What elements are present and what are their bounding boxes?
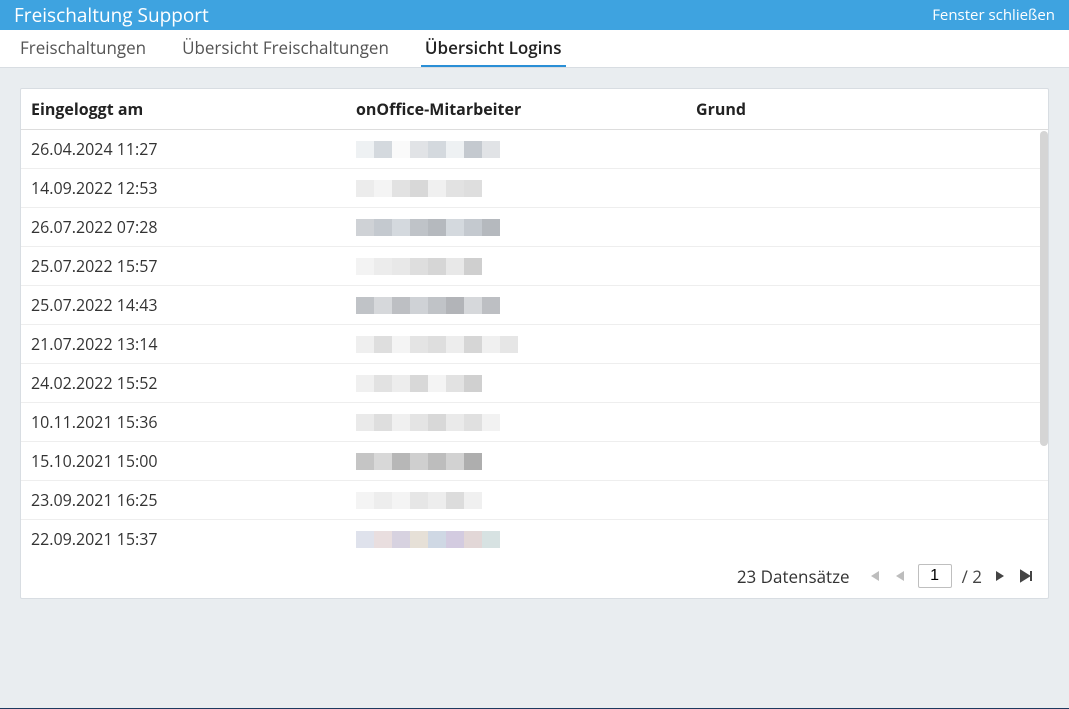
pager-last-icon[interactable] [1018, 566, 1034, 586]
tab-freischaltungen[interactable]: Freischaltungen [16, 30, 150, 67]
cell-reason [686, 403, 1048, 442]
cell-reason [686, 208, 1048, 247]
cell-employee-redacted [346, 442, 686, 481]
window-title: Freischaltung Support [14, 2, 209, 28]
cell-date: 26.07.2022 07:28 [21, 208, 346, 247]
record-count: 23 Datensätze [737, 565, 850, 588]
cell-reason [686, 364, 1048, 403]
tab-uebersicht-logins[interactable]: Übersicht Logins [421, 30, 566, 67]
cell-employee-redacted [346, 286, 686, 325]
cell-date: 25.07.2022 14:43 [21, 286, 346, 325]
cell-reason [686, 442, 1048, 481]
cell-employee-redacted [346, 520, 686, 559]
table-row[interactable]: 23.09.2021 16:25 [21, 481, 1048, 520]
col-header-employee[interactable]: onOffice-Mitarbeiter [346, 89, 686, 130]
cell-employee-redacted [346, 364, 686, 403]
cell-date: 24.02.2022 15:52 [21, 364, 346, 403]
cell-reason [686, 169, 1048, 208]
table-wrap: Eingeloggt am onOffice-Mitarbeiter Grund… [21, 89, 1048, 558]
pager-page-input[interactable] [918, 564, 952, 588]
table-row[interactable]: 25.07.2022 14:43 [21, 286, 1048, 325]
pager-total: / 2 [962, 565, 982, 588]
table-row[interactable]: 10.11.2021 15:36 [21, 403, 1048, 442]
table-row[interactable]: 15.10.2021 15:00 [21, 442, 1048, 481]
table-row[interactable]: 25.07.2022 15:57 [21, 247, 1048, 286]
logins-table: Eingeloggt am onOffice-Mitarbeiter Grund… [21, 89, 1048, 558]
col-header-date[interactable]: Eingeloggt am [21, 89, 346, 130]
cell-date: 15.10.2021 15:00 [21, 442, 346, 481]
pager-next-icon[interactable] [992, 566, 1008, 586]
cell-employee-redacted [346, 208, 686, 247]
cell-reason [686, 247, 1048, 286]
cell-employee-redacted [346, 481, 686, 520]
cell-employee-redacted [346, 130, 686, 169]
tab-bar: Freischaltungen Übersicht Freischaltunge… [0, 30, 1069, 68]
pager-first-icon[interactable] [866, 566, 882, 586]
cell-reason [686, 130, 1048, 169]
cell-reason [686, 520, 1048, 559]
cell-reason [686, 481, 1048, 520]
tab-uebersicht-freischaltungen[interactable]: Übersicht Freischaltungen [178, 30, 393, 67]
cell-reason [686, 286, 1048, 325]
cell-date: 10.11.2021 15:36 [21, 403, 346, 442]
cell-date: 22.09.2021 15:37 [21, 520, 346, 559]
content-area: Eingeloggt am onOffice-Mitarbeiter Grund… [0, 68, 1069, 619]
cell-employee-redacted [346, 169, 686, 208]
col-header-reason[interactable]: Grund [686, 89, 1048, 130]
cell-date: 23.09.2021 16:25 [21, 481, 346, 520]
cell-date: 14.09.2022 12:53 [21, 169, 346, 208]
cell-employee-redacted [346, 325, 686, 364]
table-row[interactable]: 22.09.2021 15:37 [21, 520, 1048, 559]
cell-date: 26.04.2024 11:27 [21, 130, 346, 169]
pager: 23 Datensätze / 2 [21, 558, 1048, 598]
logins-panel: Eingeloggt am onOffice-Mitarbeiter Grund… [20, 88, 1049, 599]
table-row[interactable]: 24.02.2022 15:52 [21, 364, 1048, 403]
cell-reason [686, 325, 1048, 364]
close-window-link[interactable]: Fenster schließen [932, 5, 1055, 25]
titlebar: Freischaltung Support Fenster schließen [0, 0, 1069, 30]
pager-prev-icon[interactable] [892, 566, 908, 586]
table-row[interactable]: 14.09.2022 12:53 [21, 169, 1048, 208]
cell-employee-redacted [346, 247, 686, 286]
table-row[interactable]: 21.07.2022 13:14 [21, 325, 1048, 364]
cell-employee-redacted [346, 403, 686, 442]
cell-date: 21.07.2022 13:14 [21, 325, 346, 364]
cell-date: 25.07.2022 15:57 [21, 247, 346, 286]
table-row[interactable]: 26.07.2022 07:28 [21, 208, 1048, 247]
vertical-scrollbar[interactable] [1040, 131, 1048, 446]
table-row[interactable]: 26.04.2024 11:27 [21, 130, 1048, 169]
